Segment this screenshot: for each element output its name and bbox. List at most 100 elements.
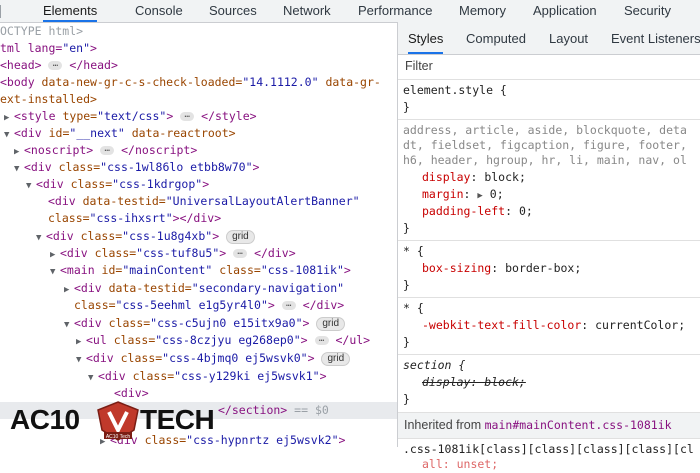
dom-line-secondary-nav[interactable]: ▶ <div data-testid="secondary-navigation" (64, 280, 344, 297)
ul-close: </ul> (335, 333, 371, 347)
rule-close-brace: } (403, 100, 410, 114)
rule-selector-line[interactable]: h6, header, hgroup, hr, li, main, nav, o… (403, 152, 687, 169)
filter-input[interactable]: Filter (398, 55, 700, 80)
tab-console[interactable]: Console (135, 0, 183, 22)
dom-line-div-1wl86lo[interactable]: ▼ <div class="css-1wl86lo etbb8w70"> (14, 159, 259, 176)
dom-line-noscript[interactable]: ▶ <noscript> … </noscript> (14, 142, 197, 159)
property-value: 0; (518, 204, 533, 218)
rule-element-style-selector[interactable]: element.style { (403, 82, 507, 99)
attr-value: "css-4bjmq0 ej5wsvk0" (162, 351, 308, 365)
expand-triangle-icon[interactable]: ▶ (64, 282, 74, 299)
rule-universal-selector[interactable]: * { (403, 243, 424, 260)
tab-security[interactable]: Security (624, 0, 671, 22)
attr-name: data-testid= (101, 281, 192, 295)
declaration-text-fill-color[interactable]: -webkit-text-fill-color: currentColor; (422, 317, 685, 334)
property-name: box-sizing (422, 261, 492, 275)
div-tag: <div (46, 229, 74, 243)
dom-line-div-c5ujn0[interactable]: ▼ <div class="css-c5ujn0 e15itx9a0"> grid (64, 315, 346, 334)
declaration-all[interactable]: all: unset; (422, 456, 498, 473)
ellipsis-icon[interactable]: … (281, 300, 296, 310)
attr-name: class= (106, 333, 156, 347)
attr-value: "14.1112.0" (242, 75, 319, 89)
property-value: currentColor; (595, 318, 686, 332)
declaration-padding-left[interactable]: padding-left: 0; (422, 203, 533, 220)
tab-styles[interactable]: Styles (408, 22, 444, 54)
dom-line-next[interactable]: ▼ <div id="__next" data-reactroot> (4, 125, 236, 142)
ellipsis-icon[interactable]: … (233, 248, 248, 258)
ellipsis-icon[interactable]: … (48, 60, 63, 70)
collapse-triangle-icon[interactable]: ▼ (14, 161, 24, 178)
dom-line-alert-banner[interactable]: <div data-testid="UniversalLayoutAlertBa… (48, 193, 360, 210)
div-tag: <div (36, 177, 64, 191)
rule-close-brace: } (403, 278, 410, 292)
tab-memory[interactable]: Memory (459, 0, 506, 22)
attr-name: data-reactroot> (124, 126, 236, 140)
attr-name: class= (212, 263, 261, 277)
collapse-triangle-icon[interactable]: ▼ (88, 370, 98, 387)
attr-value: "UniversalLayoutAlertBanner" (165, 194, 360, 208)
dom-line-doctype[interactable]: OCTYPE html> (0, 23, 83, 40)
dom-line-secondary-nav-cont[interactable]: class="css-5eehml e1g5yr4l0"> … </div> (74, 297, 344, 314)
ellipsis-icon[interactable]: … (100, 145, 115, 155)
dom-line-div-tuf8u5[interactable]: ▶ <div class="css-tuf8u5"> … </div> (50, 245, 296, 262)
declaration-display[interactable]: display: block; (422, 169, 526, 186)
dom-line-body-cont[interactable]: ext-installed> (0, 91, 97, 108)
selected-marker: == $0 (287, 403, 329, 417)
dom-line-body[interactable]: <body data-new-gr-c-s-check-loaded="14.1… (0, 74, 381, 91)
attr-name: class= (74, 298, 116, 312)
dom-line-alert-banner-cont[interactable]: class="css-ihxsrt"></div> (48, 210, 221, 227)
style-close: </style> (201, 109, 257, 123)
expand-triangle-icon[interactable]: ▶ (76, 334, 86, 351)
expand-triangle-icon[interactable]: ▶ (477, 191, 482, 201)
declaration-display-overridden[interactable]: display: block; (422, 374, 526, 391)
declaration-box-sizing[interactable]: box-sizing: border-box; (422, 260, 581, 277)
dom-line-head[interactable]: <head> … </head> (0, 57, 118, 74)
dom-line-div-1u8g4xb[interactable]: ▼ <div class="css-1u8g4xb"> grid (36, 228, 255, 245)
logo-shield-icon: AC10 Tech (97, 401, 139, 441)
inherited-selector-link[interactable]: #mainContent.css-1081ik (512, 418, 671, 432)
dom-line-div-1kdrgop[interactable]: ▼ <div class="css-1kdrgop"> (26, 176, 209, 193)
main-tag: <main (60, 263, 95, 277)
tab-event-listeners[interactable]: Event Listeners (611, 22, 700, 54)
attr-name: id= (41, 126, 70, 140)
dom-line-ul[interactable]: ▶ <ul class="css-8czjyu eg268ep0"> … </ul… (76, 332, 370, 349)
collapse-triangle-icon[interactable]: ▼ (50, 264, 60, 281)
ellipsis-icon[interactable]: … (314, 335, 329, 345)
rule-universal-selector[interactable]: * { (403, 300, 424, 317)
tab-network[interactable]: Network (283, 0, 331, 22)
grid-badge[interactable]: grid (226, 229, 255, 244)
div-close: </div> (179, 211, 222, 225)
dom-line-div-y129ki[interactable]: ▼ <div class="css-y129ki ej5wsvk1"> (88, 368, 327, 385)
dom-line-style[interactable]: ▶ <style type="text/css"> … </style> (4, 108, 257, 125)
grid-badge[interactable]: grid (321, 351, 351, 366)
tab-layout[interactable]: Layout (549, 22, 588, 54)
rule-section-selector[interactable]: section { (403, 357, 465, 374)
dom-line-html[interactable]: tml lang="en"> (0, 40, 97, 57)
tag-end: > (300, 333, 308, 347)
rule-separator (398, 297, 700, 298)
tab-computed[interactable]: Computed (466, 22, 526, 54)
tag-end: > (302, 316, 310, 330)
rule-close-brace: } (403, 392, 410, 406)
collapse-triangle-icon[interactable]: ▼ (76, 352, 86, 369)
collapse-triangle-icon[interactable]: ▼ (36, 230, 46, 247)
tab-elements[interactable]: Elements (43, 0, 98, 22)
ellipsis-icon[interactable]: … (180, 111, 195, 121)
attr-value: "css-tuf8u5" (136, 246, 220, 260)
tab-application[interactable]: Application (533, 0, 597, 22)
collapse-triangle-icon[interactable]: ▼ (26, 178, 36, 195)
tab-sources[interactable]: Sources (209, 0, 257, 22)
dom-line-main[interactable]: ▼ <main id="mainContent" class="css-1081i… (50, 262, 351, 279)
attr-value: "css-1wl86lo etbb8w70" (100, 160, 253, 174)
tag-end: > (212, 229, 220, 243)
dom-line-div-4bjmq0[interactable]: ▼ <div class="css-4bjmq0 ej5wsvk0"> grid (76, 350, 351, 369)
inherited-element-link[interactable]: main (485, 418, 513, 432)
html-tag: tml lang= (0, 41, 63, 55)
collapse-triangle-icon[interactable]: ▼ (64, 317, 74, 334)
declaration-margin[interactable]: margin: ▶ 0; (422, 186, 504, 203)
tab-performance[interactable]: Performance (358, 0, 432, 22)
attr-value: "css-ihxsrt" (89, 211, 173, 225)
logo-tagline: AC10 Tech (106, 434, 131, 440)
grid-badge[interactable]: grid (316, 316, 346, 331)
collapse-triangle-icon[interactable]: ▼ (4, 127, 14, 144)
